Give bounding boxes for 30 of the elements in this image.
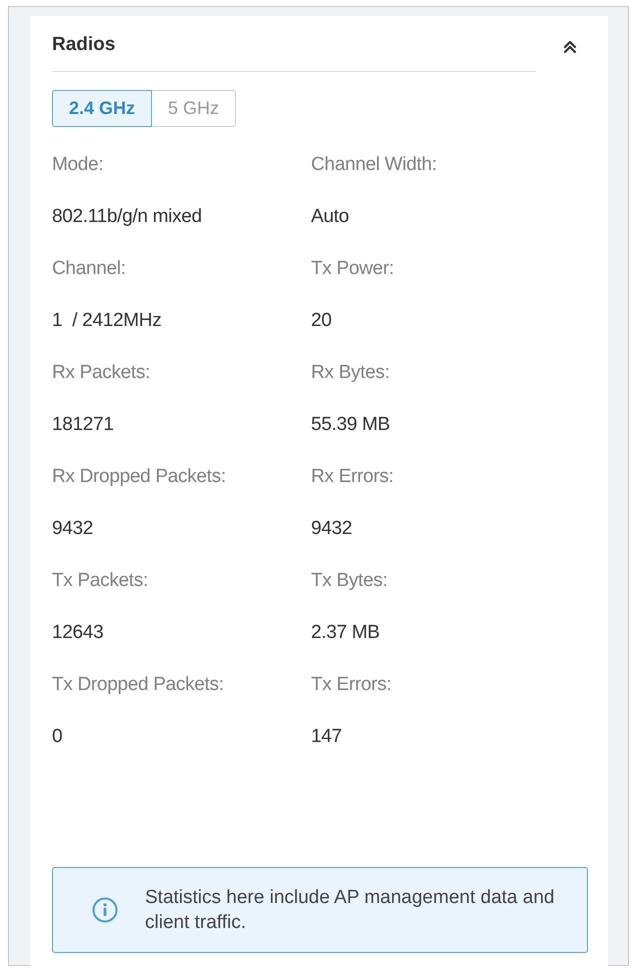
field-value: 9432 bbox=[52, 518, 94, 540]
info-text: Statistics here include AP management data and client traffic. bbox=[145, 886, 556, 935]
field-value: Auto bbox=[311, 206, 349, 228]
field-label: Tx Dropped Packets: bbox=[52, 674, 224, 696]
double-chevron-up-icon bbox=[563, 40, 577, 54]
panel-title: Radios bbox=[52, 33, 116, 57]
field-label: Rx Bytes: bbox=[311, 362, 390, 384]
field-label: Channel Width: bbox=[311, 154, 437, 176]
band-tab[interactable]: 2.4 GHz bbox=[52, 90, 152, 127]
field-label: Tx Bytes: bbox=[311, 570, 388, 592]
field-label: Channel: bbox=[52, 258, 126, 280]
field-value: 1 / 2412MHz bbox=[52, 310, 162, 332]
field-value: 0 bbox=[52, 726, 62, 748]
field-value: 2.37 MB bbox=[311, 622, 380, 644]
field-label: Rx Dropped Packets: bbox=[52, 466, 226, 488]
field-label: Rx Errors: bbox=[311, 466, 394, 488]
field-value: 20 bbox=[311, 310, 332, 332]
field-value: 802.11b/g/n mixed bbox=[52, 206, 202, 228]
field-value: 55.39 MB bbox=[311, 414, 390, 436]
field-value: 9432 bbox=[311, 518, 352, 540]
field-label: Mode: bbox=[52, 154, 104, 176]
field-value: 147 bbox=[311, 726, 342, 748]
band-tab[interactable]: 5 GHz bbox=[151, 90, 236, 127]
field-label: Tx Power: bbox=[311, 258, 394, 280]
field-value: 181271 bbox=[52, 414, 114, 436]
info-icon bbox=[92, 897, 118, 923]
field-label: Tx Packets: bbox=[52, 570, 148, 592]
field-value: 12643 bbox=[52, 622, 104, 644]
field-label: Tx Errors: bbox=[311, 674, 392, 696]
field-label: Rx Packets: bbox=[52, 362, 150, 384]
